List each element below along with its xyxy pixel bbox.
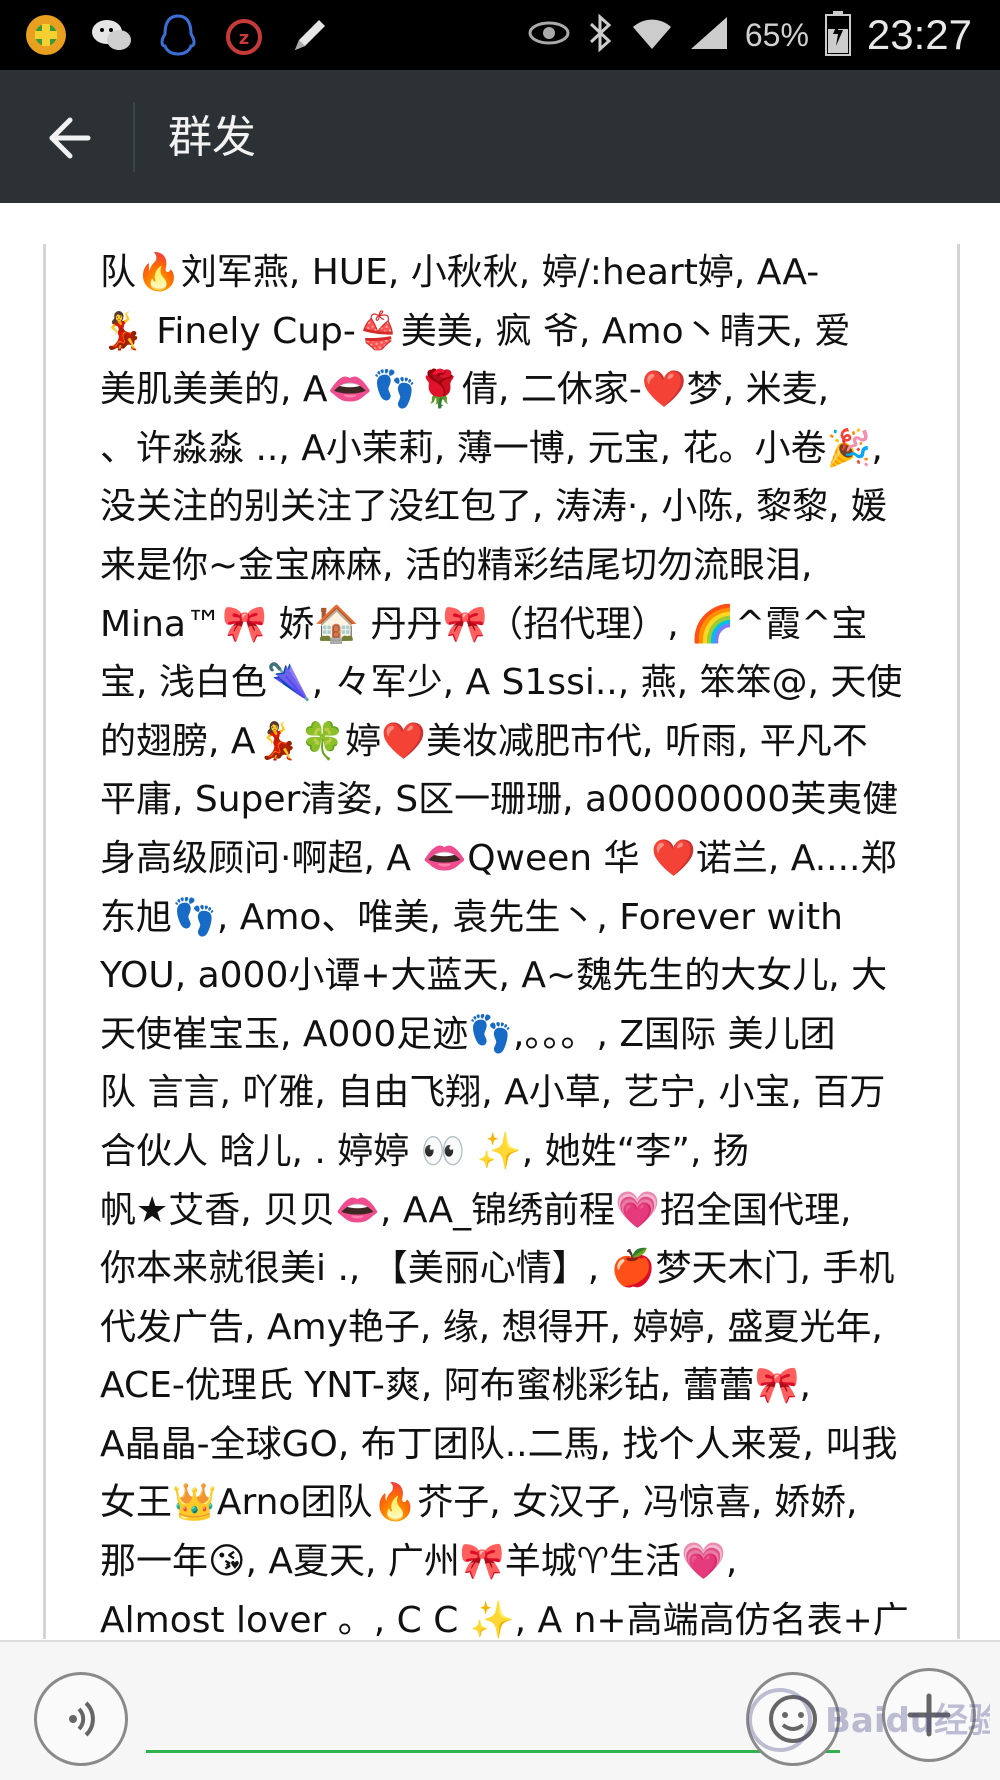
status-bar-notification-icons: z — [22, 8, 334, 62]
pen-icon — [286, 11, 334, 59]
recipient-line: 那一年😘, A夏天, 广州🎀羊城♈生活💗, — [100, 1541, 738, 1583]
recipient-line: 身高级顾问·啊超, A 👄Qween 华 ❤️诺兰, A....郑 — [100, 837, 897, 879]
voice-icon — [69, 1701, 95, 1737]
recipient-line: 代发广告, Amy艳子, 缘, 想得开, 婷婷, 盛夏光年, — [100, 1306, 883, 1348]
recipient-line: 、许淼淼 .., A小茉莉, 薄一博, 元宝, 花。小卷🎉, — [100, 427, 883, 469]
recipient-line: 平庸, Super清姿, S区一珊珊, a00000000芙夷健 — [100, 779, 899, 821]
recipient-line: 💃 Finely Cup-👙美美, 疯 爷, Amo丶晴天, 爱 — [100, 310, 851, 352]
recipient-line: 的翅膀, A💃🍀婷❤️美妆减肥市代, 听雨, 平凡不 — [100, 720, 868, 762]
emoji-button[interactable] — [746, 1672, 840, 1766]
recipient-line: 女王👑Arno团队🔥芥子, 女汉子, 冯惊喜, 娇娇, — [100, 1482, 858, 1524]
clock: 23:27 — [866, 11, 972, 58]
alarm-icon: z — [220, 11, 268, 59]
recipient-line: Almost lover 。, C C ✨, A n+高端高仿名表+广 — [100, 1599, 909, 1639]
plus-button[interactable] — [882, 1668, 976, 1762]
message-input[interactable] — [146, 1698, 840, 1753]
title-bar: 群发 — [0, 70, 1000, 203]
app-icon — [22, 11, 70, 59]
recipient-line: 来是你~金宝麻麻, 活的精彩结尾切勿流眼泪, — [100, 544, 813, 586]
wechat-icon — [88, 11, 136, 59]
recipient-line: A晶晶-全球GO, 布丁团队..二馬, 找个人来爱, 叫我 — [100, 1423, 898, 1465]
recipient-line: 队 言言, 吖雅, 自由飞翔, A小草, 艺宁, 小宝, 百万 — [100, 1072, 886, 1114]
wifi-icon — [631, 15, 673, 55]
recipient-line: 帆★艾香, 贝贝👄, AA_锦绣前程💗招全国代理, — [100, 1189, 852, 1231]
recipient-line: ACE-优理氏 YNT-爽, 阿布蜜桃彩钻, 蕾蕾🎀, — [100, 1365, 811, 1407]
input-bar — [0, 1640, 1000, 1780]
recipient-line: 合伙人 晗儿, . 婷婷 👀 ✨, 她姓“李”, 扬 — [100, 1130, 749, 1172]
qq-icon — [154, 11, 202, 59]
recipient-line: 队🔥刘军燕, HUE, 小秋秋, 婷/:heart婷, AA- — [100, 252, 820, 293]
plus-icon — [907, 1693, 951, 1737]
back-button[interactable] — [34, 104, 102, 172]
recipient-line: 美肌美美的, A👄👣🌹倩, 二休家-❤️梦, 米麦, — [100, 369, 830, 411]
recipient-line: 东旭👣, Amo、唯美, 袁先生丶, Forever with — [100, 896, 843, 938]
status-bar-system-icons: 65% 23:27 — [527, 0, 972, 70]
page-title: 群发 — [168, 112, 256, 163]
recipients-list: 队🔥刘军燕, HUE, 小秋秋, 婷/:heart婷, AA- 💃 Finely … — [100, 244, 920, 1639]
signal-icon — [689, 15, 729, 55]
recipient-line: Mina™🎀 娇🏠 丹丹🎀（招代理）, 🌈^霞^宝 — [100, 603, 868, 645]
recipient-line: 宝, 浅白色🌂, 々军少, A S1ssi.., 燕, 笨笨@, 天使 — [100, 662, 903, 704]
recipient-line: 你本来就很美i ., 【美丽心情】, 🍎梦天木门, 手机 — [100, 1248, 895, 1290]
recipient-line: 天使崔宝玉, A000足迹👣,。。。, Z国际 美儿团 — [100, 1013, 836, 1055]
emoji-icon — [769, 1695, 817, 1743]
status-bar: z 65% 23:27 — [0, 0, 1000, 70]
voice-button[interactable] — [34, 1672, 128, 1766]
recipients-card[interactable]: 队🔥刘军燕, HUE, 小秋秋, 婷/:heart婷, AA- 💃 Finely … — [43, 244, 960, 1639]
arrow-left-icon — [49, 117, 91, 159]
eye-icon — [527, 18, 571, 52]
svg-text:z: z — [239, 28, 249, 49]
title-divider — [133, 102, 135, 172]
battery-icon — [824, 10, 851, 60]
recipient-line: 没关注的别关注了没红包了, 涛涛·, 小陈, 黎黎, 媛 — [100, 486, 887, 528]
recipient-line: YOU, a000小谭+大蓝天, A~魏先生的大女儿, 大 — [100, 955, 888, 997]
battery-percent: 65% — [744, 16, 809, 53]
bluetooth-icon — [587, 13, 615, 57]
